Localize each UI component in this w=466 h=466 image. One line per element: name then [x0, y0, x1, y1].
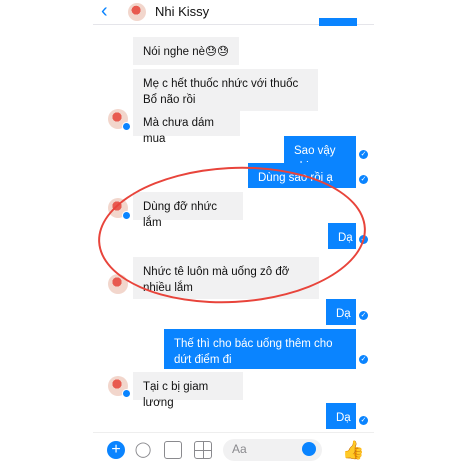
- message-bubble[interactable]: Thế thì cho bác uống thêm cho dứt điểm đ…: [164, 329, 356, 369]
- emoji-icon[interactable]: [302, 442, 316, 456]
- message-bubble[interactable]: Dùng sao rồi ạ: [248, 163, 356, 188]
- photo-icon[interactable]: [164, 441, 182, 459]
- messenger-screen: ‹ Nhi Kissy Nói nghe nè😓😓 Mẹ c hết thuốc…: [93, 0, 374, 466]
- seen-check-icon: ✓: [359, 150, 368, 159]
- message-bubble[interactable]: Dạ: [326, 299, 356, 325]
- contact-avatar-small[interactable]: [108, 274, 128, 294]
- contact-avatar-small[interactable]: [108, 198, 131, 220]
- contact-name[interactable]: Nhi Kissy: [155, 4, 209, 19]
- message-input[interactable]: Aa: [223, 439, 322, 461]
- back-button[interactable]: ‹: [101, 1, 108, 21]
- message-bubble[interactable]: Dạ: [326, 403, 356, 429]
- message-bubble[interactable]: Tại c bị giam lương: [133, 372, 243, 409]
- camera-icon[interactable]: ◯: [134, 441, 152, 459]
- message-bubble[interactable]: Nhức tê luôn mà uống zô đỡ nhiều lắm: [133, 257, 319, 299]
- message-input-placeholder: Aa: [232, 442, 247, 456]
- message-list[interactable]: Nói nghe nè😓😓 Mẹ c hết thuốc nhức với th…: [93, 18, 374, 432]
- message-bubble[interactable]: Dùng đỡ nhức lắm: [133, 192, 243, 229]
- seen-check-icon: ✓: [359, 311, 368, 320]
- messenger-badge-icon: [122, 122, 131, 131]
- message-bubble[interactable]: Mà chưa dám mua: [133, 108, 240, 145]
- contact-avatar-small[interactable]: [108, 376, 131, 398]
- plus-icon[interactable]: +: [107, 441, 125, 459]
- seen-check-icon: ✓: [359, 175, 368, 184]
- thumbs-up-icon[interactable]: 👍: [342, 441, 364, 459]
- composer-toolbar: + ◯ Aa 👍: [93, 432, 374, 466]
- contact-avatar-small[interactable]: [108, 109, 131, 131]
- messenger-badge-icon: [122, 389, 131, 398]
- seen-check-icon: ✓: [359, 416, 368, 425]
- message-bubble[interactable]: Dạ: [328, 223, 356, 249]
- partial-outgoing-bubble: [319, 18, 357, 26]
- message-bubble[interactable]: Mẹ c hết thuốc nhức với thuốc Bổ não rồi: [133, 69, 318, 111]
- message-bubble[interactable]: Nói nghe nè😓😓: [133, 37, 239, 65]
- seen-check-icon: ✓: [359, 235, 368, 244]
- message-bubble[interactable]: Sao vậy chị: [284, 136, 356, 173]
- seen-check-icon: ✓: [359, 355, 368, 364]
- messenger-badge-icon: [122, 211, 131, 220]
- contact-avatar[interactable]: [128, 3, 146, 21]
- gif-sticker-icon[interactable]: [194, 441, 212, 459]
